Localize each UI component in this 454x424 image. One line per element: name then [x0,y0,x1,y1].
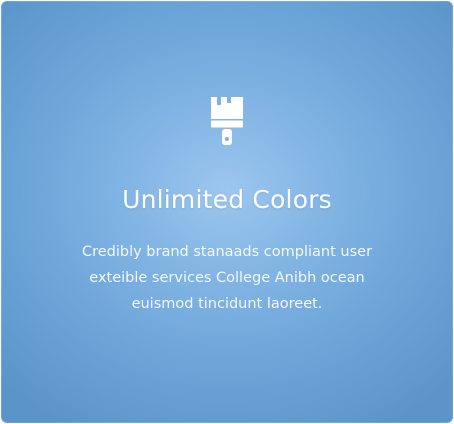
description-line: exteible services College Anibh ocean [89,270,365,286]
card-title: Unlimited Colors [122,185,332,214]
feature-card: Unlimited Colors Credibly brand stanaads… [1,1,453,423]
description-line: euismod tincidunt laoreet. [131,296,323,312]
paintbrush-icon [205,93,249,149]
description-line: Credibly brand stanaads compliant user [81,244,373,260]
card-description: Credibly brand stanaads compliant user e… [41,239,413,317]
